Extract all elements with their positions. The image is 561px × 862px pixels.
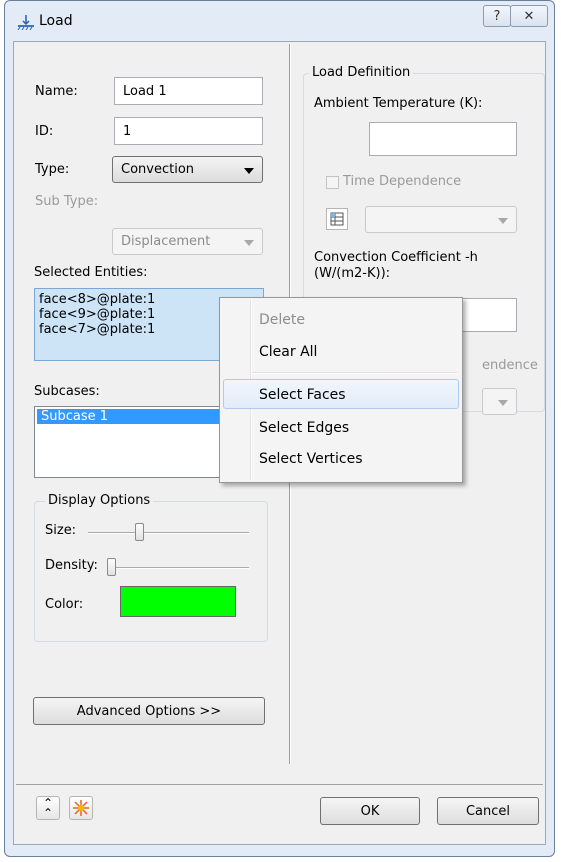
- chevron-down-icon: [244, 168, 254, 174]
- size-slider[interactable]: [135, 523, 144, 541]
- id-input[interactable]: 1: [114, 117, 263, 145]
- close-button[interactable]: ✕: [510, 5, 548, 27]
- highlight-icon: [73, 800, 89, 816]
- convection-coefficient-label: Convection Coefficient -h: [314, 250, 478, 265]
- context-menu: Delete Clear All Select Faces Select Edg…: [219, 297, 463, 483]
- menu-item-select-vertices[interactable]: Select Vertices: [223, 443, 459, 473]
- cancel-button[interactable]: Cancel: [437, 797, 539, 825]
- chevron-down-icon: [498, 218, 508, 224]
- display-options-title: Display Options: [45, 493, 154, 508]
- time-dependence-select-2: [482, 388, 517, 415]
- help-icon: ?: [493, 8, 501, 24]
- help-button[interactable]: ?: [483, 5, 511, 27]
- time-dependence-select: [365, 206, 517, 233]
- color-label: Color:: [45, 597, 84, 612]
- menu-item-clear-all[interactable]: Clear All: [223, 336, 459, 366]
- convection-coefficient-input[interactable]: [454, 298, 517, 332]
- title-bar: Load ? ✕: [5, 1, 554, 41]
- name-label: Name:: [35, 84, 78, 99]
- time-dependence-label-2: endence: [482, 358, 538, 373]
- id-label: ID:: [35, 124, 54, 139]
- time-dependence-label: Time Dependence: [343, 174, 462, 189]
- double-chevron-up-icon: ⌃ ⌃: [42, 796, 54, 820]
- load-definition-title: Load Definition: [309, 65, 414, 80]
- display-options-group: Display Options Size: Density: Color:: [34, 493, 268, 642]
- size-slider-track: [88, 532, 249, 534]
- type-select-value: Convection: [121, 162, 195, 177]
- close-icon: ✕: [523, 8, 535, 24]
- color-swatch[interactable]: [120, 586, 236, 617]
- chevron-down-icon: [498, 400, 508, 406]
- type-select[interactable]: Convection: [112, 156, 263, 183]
- type-label: Type:: [35, 162, 70, 177]
- ok-button[interactable]: OK: [320, 797, 420, 825]
- menu-item-select-edges[interactable]: Select Edges: [223, 412, 459, 442]
- chevron-down-icon: [244, 240, 254, 246]
- ambient-temperature-input[interactable]: [369, 122, 517, 156]
- advanced-options-button[interactable]: Advanced Options >>: [33, 697, 265, 725]
- menu-separator: [253, 372, 457, 374]
- menu-item-delete: Delete: [259, 312, 305, 328]
- window-title: Load: [39, 13, 73, 29]
- time-dependence-checkbox: [326, 176, 339, 189]
- footer-divider: [16, 784, 543, 785]
- table-icon: [326, 208, 348, 230]
- density-label: Density:: [45, 558, 98, 573]
- selected-entities-label: Selected Entities:: [34, 265, 148, 280]
- ambient-temperature-label: Ambient Temperature (K):: [314, 96, 483, 111]
- size-label: Size:: [45, 523, 77, 538]
- subtype-select: Displacement: [112, 228, 263, 255]
- convection-coefficient-units: (W/(m2-K)):: [314, 266, 391, 281]
- density-slider[interactable]: [107, 558, 116, 576]
- highlight-button[interactable]: [69, 796, 93, 820]
- density-slider-track: [109, 567, 249, 569]
- name-input[interactable]: Load 1: [114, 77, 263, 105]
- collapse-button[interactable]: ⌃ ⌃: [36, 796, 60, 820]
- load-icon: [17, 15, 34, 30]
- subcases-label: Subcases:: [34, 384, 100, 399]
- menu-item-select-faces[interactable]: Select Faces: [223, 379, 459, 409]
- subtype-select-value: Displacement: [121, 234, 211, 249]
- subtype-label: Sub Type:: [35, 194, 99, 209]
